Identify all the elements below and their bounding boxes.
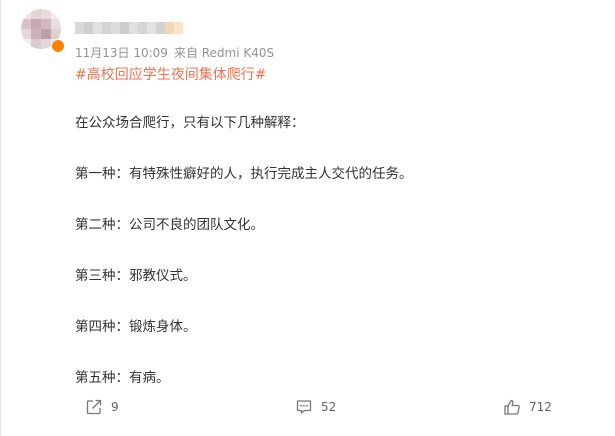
paragraph-reason-4: 第四种：锻炼身体。 (75, 319, 197, 335)
topic-hashtag-link[interactable]: #高校回应学生夜间集体爬行# (75, 64, 266, 84)
username-blurred[interactable] (75, 22, 183, 34)
post-source: 来自 Redmi K40S (173, 46, 275, 60)
action-bar: 9 52 712 (1, 398, 615, 422)
paragraph-reason-3: 第三种：邪教仪式。 (75, 268, 197, 284)
post-content: 在公众场合爬行，只有以下几种解释： 第一种：有特殊性癖好的人，执行完成主人交代的… (75, 113, 595, 419)
share-count: 9 (111, 400, 119, 414)
share-icon (85, 398, 103, 416)
post-timestamp[interactable]: 11月13日 10:09 (75, 46, 168, 60)
paragraph-intro: 在公众场合爬行，只有以下几种解释： (75, 115, 305, 131)
weibo-post-card: 11月13日 10:09 来自 Redmi K40S #高校回应学生夜间集体爬行#… (0, 0, 615, 436)
comment-button[interactable]: 52 (295, 398, 336, 416)
comment-icon (295, 398, 313, 416)
post-meta: 11月13日 10:09 来自 Redmi K40S (75, 44, 274, 61)
thumbs-up-icon (503, 398, 521, 416)
comment-count: 52 (321, 400, 337, 414)
verified-badge-icon (51, 39, 65, 53)
share-button[interactable]: 9 (85, 398, 119, 416)
paragraph-reason-2: 第二种：公司不良的团队文化。 (75, 217, 264, 233)
paragraph-reason-1: 第一种：有特殊性癖好的人，执行完成主人交代的任务。 (75, 166, 413, 182)
like-button[interactable]: 712 (503, 398, 552, 416)
like-count: 712 (529, 400, 552, 414)
